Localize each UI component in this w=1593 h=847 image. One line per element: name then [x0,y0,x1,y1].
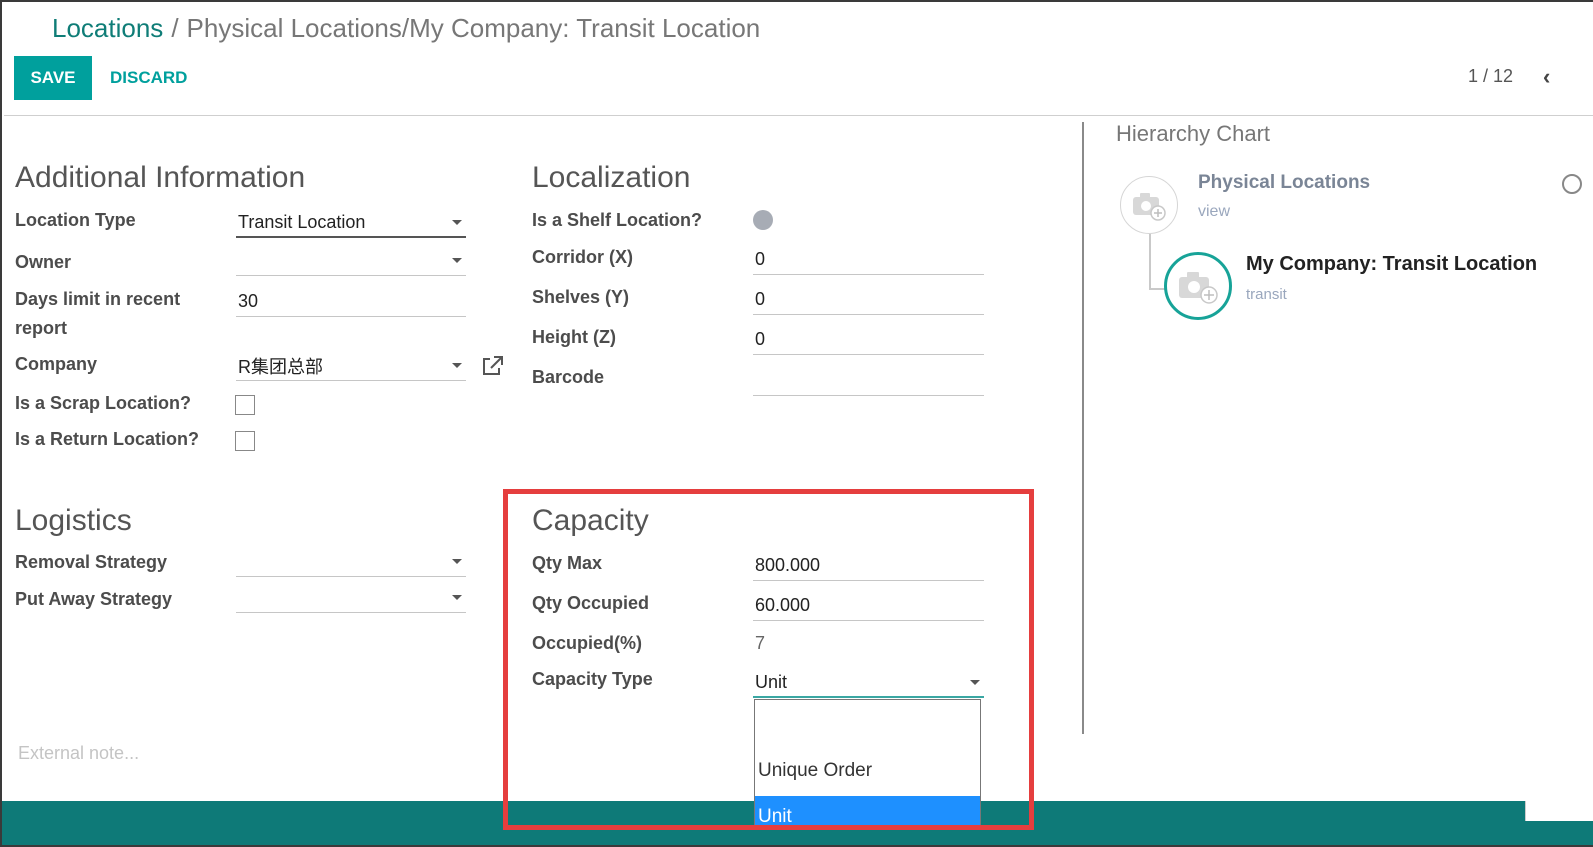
localization-title: Localization [532,161,691,194]
breadcrumb-separator: / [171,13,179,43]
bottom-tab [1525,801,1593,821]
caret-down-icon [452,220,462,225]
additional-information-title: Additional Information [15,161,306,194]
camera-plus-icon [1133,193,1166,221]
removal-strategy-label: Removal Strategy [15,552,168,572]
corridor-label: Corridor (X) [532,247,633,267]
hierarchy-chart-title: Hierarchy Chart [1116,121,1271,146]
put-away-strategy-label: Put Away Strategy [15,589,173,609]
scrap-location-label: Is a Scrap Location? [15,393,192,413]
days-limit-value: 30 [238,291,259,311]
location-type-select[interactable]: Transit Location [236,208,466,238]
current-node-type: transit [1246,286,1287,303]
save-button[interactable]: SAVE [14,56,92,100]
highlight-box [503,489,1034,830]
location-type-value: Transit Location [238,211,366,232]
height-label: Height (Z) [532,327,616,347]
return-location-checkbox[interactable] [235,431,255,451]
breadcrumb: Locations / Physical Locations/My Company:… [52,12,760,44]
breadcrumb-current: Physical Locations/My Company: Transit L… [186,13,761,43]
parent-node-avatar[interactable] [1120,176,1178,234]
days-limit-input[interactable]: 30 [236,287,466,317]
owner-label: Owner [15,252,72,272]
removal-strategy-select[interactable] [236,547,466,577]
height-value: 0 [755,329,766,349]
breadcrumb-locations-link[interactable]: Locations [52,13,163,43]
caret-down-icon [452,595,462,600]
caret-down-icon [452,363,462,368]
height-input[interactable]: 0 [753,325,984,355]
external-link-icon[interactable] [481,355,505,377]
caret-down-icon [452,258,462,263]
info-circle-icon[interactable] [1562,174,1582,194]
external-note-input[interactable]: External note... [18,743,139,764]
hierarchy-connector [1149,234,1151,290]
corridor-input[interactable]: 0 [753,245,984,275]
current-node-avatar[interactable] [1164,252,1232,320]
return-location-label: Is a Return Location? [15,429,200,449]
days-limit-label-line2: report [15,318,68,338]
company-select[interactable]: R集团总部 [236,351,466,381]
location-type-label: Location Type [15,210,136,230]
vertical-separator [1082,122,1084,734]
shelf-location-toggle[interactable] [753,210,773,230]
current-node-name[interactable]: My Company: Transit Location [1246,253,1537,276]
camera-plus-icon [1179,272,1218,304]
parent-node-type: view [1198,203,1231,220]
scrap-location-checkbox[interactable] [235,395,255,415]
shelves-label: Shelves (Y) [532,287,630,307]
parent-node-name[interactable]: Physical Locations [1198,172,1370,194]
corridor-value: 0 [755,249,766,269]
shelves-value: 0 [755,289,766,309]
chevron-left-icon[interactable]: ‹ [1543,64,1550,90]
control-panel-divider [4,115,1593,116]
logistics-title: Logistics [15,504,132,537]
discard-button[interactable]: DISCARD [110,56,187,100]
put-away-strategy-select[interactable] [236,583,466,613]
form-view: Locations / Physical Locations/My Company:… [0,0,1593,847]
days-limit-label: Days limit in recent [15,289,181,309]
shelves-input[interactable]: 0 [753,285,984,315]
company-label: Company [15,354,98,374]
owner-select[interactable] [236,246,466,276]
pager-counter[interactable]: 1 / 12 [1468,66,1513,87]
company-value: R集团总部 [238,356,323,377]
caret-down-icon [452,559,462,564]
barcode-input[interactable] [753,366,984,396]
shelf-location-label: Is a Shelf Location? [532,210,703,230]
barcode-label: Barcode [532,367,605,387]
